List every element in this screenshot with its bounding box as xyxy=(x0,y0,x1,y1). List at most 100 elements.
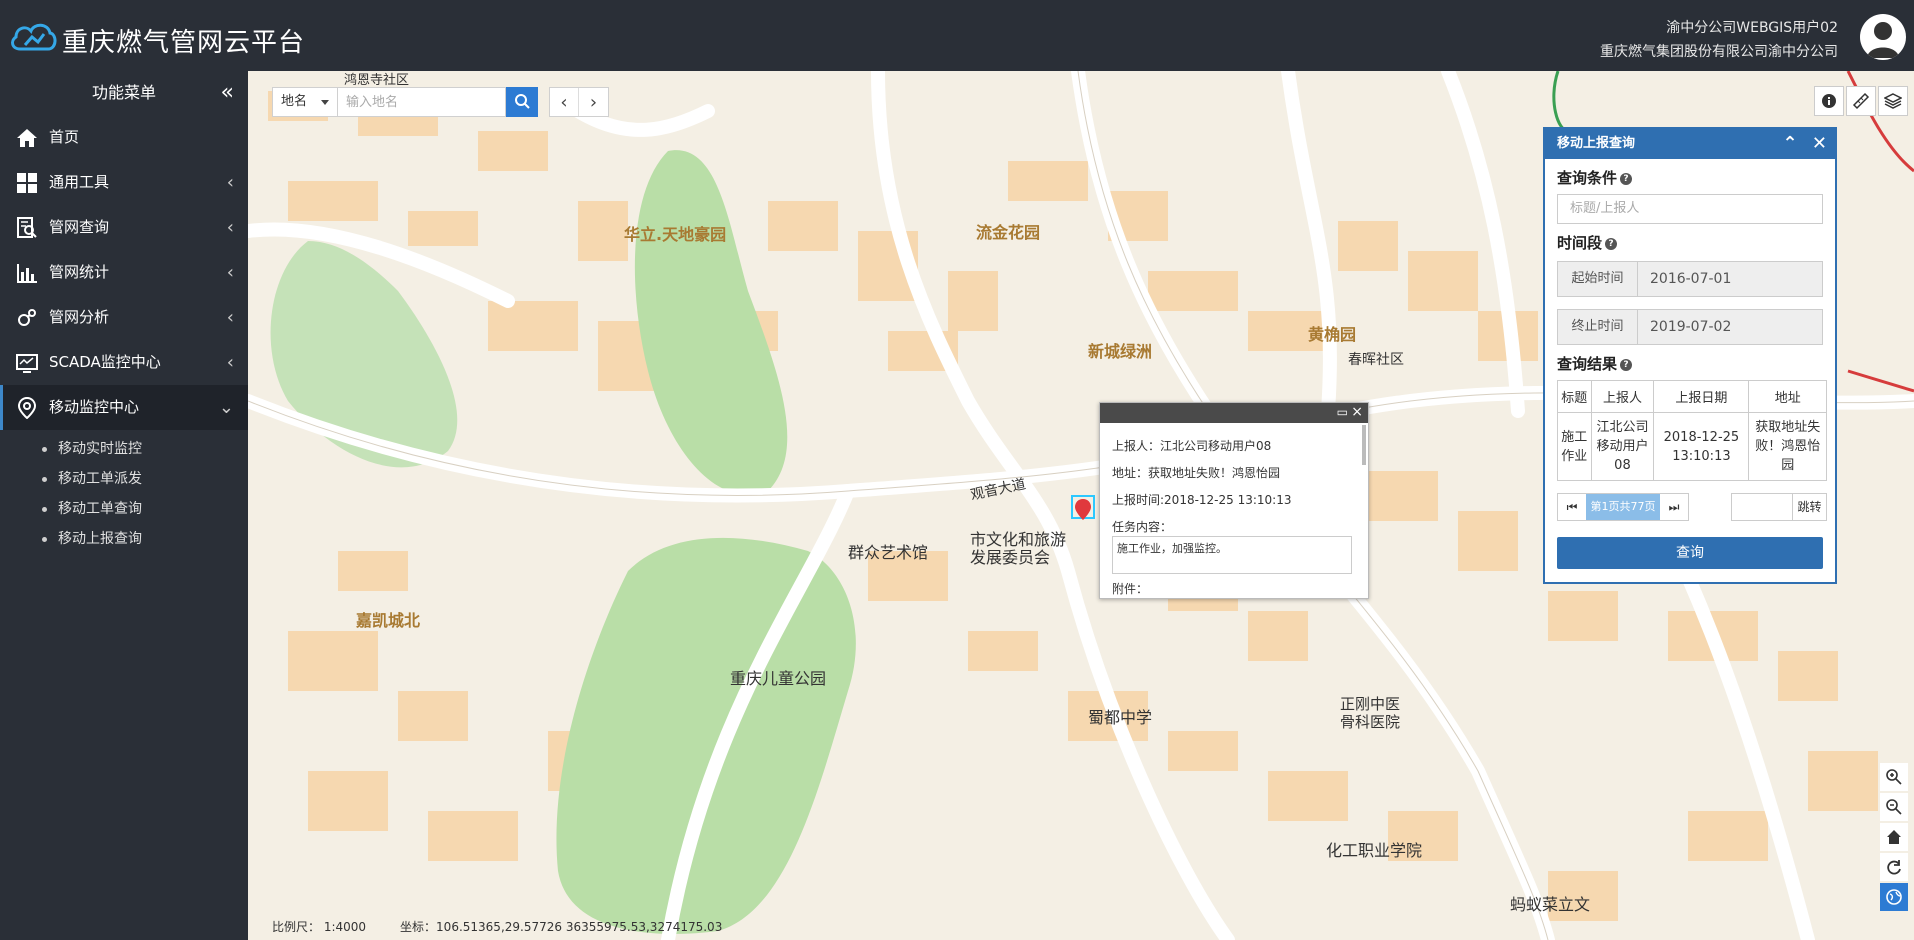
map-label: 蜀都中学 xyxy=(1088,708,1153,727)
result-table: 标题 上报人 上报日期 地址 施工作业 江北公司移动用户08 2018-12-2… xyxy=(1557,380,1827,481)
sidebar-subitem-dispatch[interactable]: 移动工单派发 xyxy=(0,464,248,494)
monitor-icon xyxy=(16,354,38,373)
table-cell: 获取地址失败！鸿恩怡园 xyxy=(1748,412,1827,481)
popup-body: 上报人：江北公司移动用户08 地址：获取地址失败！鸿恩怡园 上报时间:2018-… xyxy=(1100,423,1368,613)
menu-title: 功能菜单 xyxy=(91,83,156,102)
info-icon[interactable] xyxy=(1814,86,1844,116)
top-header: 重庆燃气管网云平台 渝中分公司WEBGIS用户02 重庆燃气集团股份有限公司渝中… xyxy=(0,0,1914,71)
map-label: 华立.天地豪园 xyxy=(624,225,727,244)
map-toolbar xyxy=(1814,86,1908,116)
end-date-field[interactable]: 终止时间 2019-07-02 xyxy=(1557,309,1823,345)
sidebar-item-label: SCADA监控中心 xyxy=(49,353,161,371)
start-date-value[interactable]: 2016-07-01 xyxy=(1638,262,1822,296)
home-icon xyxy=(17,129,37,147)
map-label: 群众艺术馆 xyxy=(848,543,929,562)
map-label: 春晖社区 xyxy=(1348,352,1404,368)
table-row[interactable]: 施工作业 江北公司移动用户08 2018-12-25 13:10:13 获取地址… xyxy=(1557,412,1827,481)
home-extent-icon[interactable] xyxy=(1880,823,1908,851)
sidebar-item-network-analysis[interactable]: 管网分析 ‹ xyxy=(0,295,248,340)
sidebar-subitem-order-query[interactable]: 移动工单查询 xyxy=(0,494,248,524)
sidebar-item-mobile-monitor[interactable]: 移动监控中心 ⌄ xyxy=(0,385,248,430)
search-icon xyxy=(515,94,530,109)
coords-text: 坐标：106.51365,29.57726 36355975.53,327417… xyxy=(400,920,723,934)
search-button[interactable] xyxy=(506,87,538,117)
history-nav: ‹ › xyxy=(549,87,609,117)
map-label: 流金花园 xyxy=(976,223,1041,242)
column-header: 上报日期 xyxy=(1653,380,1750,413)
forward-arrow-icon[interactable]: › xyxy=(579,88,608,116)
query-button[interactable]: 查询 xyxy=(1557,537,1823,569)
report-info-popup: ▭ × 上报人：江北公司移动用户08 地址：获取地址失败！鸿恩怡园 上报时间:2… xyxy=(1099,402,1369,599)
popup-task-content: 施工作业，加强监控。 xyxy=(1112,536,1352,574)
condition-input[interactable]: 标题/上报人 xyxy=(1557,194,1823,224)
ruler-icon[interactable] xyxy=(1846,86,1876,116)
sidebar-item-tools[interactable]: 通用工具 ‹ xyxy=(0,160,248,205)
cloud-logo-icon xyxy=(11,23,57,51)
place-search: 地名 xyxy=(272,87,538,117)
grid-icon xyxy=(17,173,37,193)
page-jump-button[interactable]: 跳转 xyxy=(1792,494,1826,520)
map-label: 化工职业学院 xyxy=(1326,841,1423,860)
search-input[interactable] xyxy=(338,87,506,117)
refresh-icon[interactable] xyxy=(1880,853,1908,881)
user-name: 渝中分公司WEBGIS用户02 xyxy=(1666,20,1838,36)
help-icon[interactable]: ? xyxy=(1620,359,1633,371)
layers-icon[interactable] xyxy=(1878,86,1908,116)
popup-scrollbar[interactable] xyxy=(1362,425,1366,465)
map-label: 黄桷园 xyxy=(1308,325,1357,344)
zoom-in-icon[interactable] xyxy=(1880,763,1908,791)
sidebar-item-home[interactable]: 首页 xyxy=(0,115,248,160)
search-type-select[interactable]: 地名 xyxy=(272,87,338,117)
map-label: 鸿恩寺社区 xyxy=(344,73,410,88)
table-cell: 江北公司移动用户08 xyxy=(1590,412,1655,481)
table-cell: 施工作业 xyxy=(1557,412,1592,481)
page-jump-input[interactable] xyxy=(1732,494,1792,520)
collapse-sidebar-icon[interactable]: « xyxy=(221,71,234,115)
popup-task-label: 任务内容： xyxy=(1112,520,1173,534)
popup-reporter: 上报人：江北公司移动用户08 xyxy=(1112,439,1272,453)
last-page-icon[interactable]: ⏭ xyxy=(1660,494,1688,520)
back-arrow-icon[interactable]: ‹ xyxy=(550,88,579,116)
sidebar-item-label: 管网分析 xyxy=(49,308,110,326)
condition-section: 查询条件? xyxy=(1557,167,1835,188)
sidebar-item-network-stats[interactable]: 管网统计 ‹ xyxy=(0,250,248,295)
panel-header: 移动上报查询 ⌃ ✕ xyxy=(1545,129,1835,159)
sidebar-item-label: 首页 xyxy=(49,128,80,146)
sidebar-item-label: 管网查询 xyxy=(49,218,110,236)
maximize-icon[interactable]: ▭ xyxy=(1337,405,1348,419)
collapse-up-icon[interactable]: ⌃ xyxy=(1783,133,1798,154)
sidebar-item-scada[interactable]: SCADA监控中心 ‹ xyxy=(0,340,248,385)
chevron-left-icon: ‹ xyxy=(226,217,234,238)
search-doc-icon xyxy=(17,217,37,238)
sidebar-subitem-realtime[interactable]: 移动实时监控 xyxy=(0,434,248,464)
help-icon[interactable]: ? xyxy=(1605,238,1618,250)
first-page-icon[interactable]: ⏮ xyxy=(1558,494,1586,520)
app-title: 重庆燃气管网云平台 xyxy=(62,28,306,58)
result-label: 查询结果 xyxy=(1557,355,1618,373)
table-cell: 2018-12-25 13:10:13 xyxy=(1653,412,1750,481)
column-header: 标题 xyxy=(1557,380,1592,413)
panel-controls: ⌃ ✕ xyxy=(1783,129,1827,159)
avatar-icon[interactable] xyxy=(1860,14,1906,60)
analysis-icon xyxy=(18,309,36,326)
sidebar-subitem-report-query[interactable]: 移动上报查询 xyxy=(0,524,248,554)
bar-chart-icon xyxy=(17,264,37,283)
map-label: 蚂蚁菜立文 xyxy=(1510,895,1591,914)
chevron-left-icon: ‹ xyxy=(226,262,234,283)
popup-attach-label: 附件： xyxy=(1112,582,1149,596)
close-icon[interactable]: × xyxy=(1351,404,1363,420)
sidebar-item-network-query[interactable]: 管网查询 ‹ xyxy=(0,205,248,250)
end-date-value[interactable]: 2019-07-02 xyxy=(1638,310,1822,344)
scale-text: 比例尺： 1:4000 xyxy=(272,920,367,934)
popup-titlebar: ▭ × xyxy=(1100,403,1368,423)
close-icon[interactable]: ✕ xyxy=(1812,133,1827,154)
start-date-label: 起始时间 xyxy=(1558,262,1638,296)
globe-icon[interactable] xyxy=(1880,883,1908,911)
help-icon[interactable]: ? xyxy=(1620,173,1633,185)
chevron-left-icon: ‹ xyxy=(226,352,234,373)
end-date-label: 终止时间 xyxy=(1558,310,1638,344)
zoom-controls xyxy=(1880,763,1908,911)
zoom-out-icon[interactable] xyxy=(1880,793,1908,821)
start-date-field[interactable]: 起始时间 2016-07-01 xyxy=(1557,261,1823,297)
user-org: 重庆燃气集团股份有限公司渝中分公司 xyxy=(1600,44,1838,60)
